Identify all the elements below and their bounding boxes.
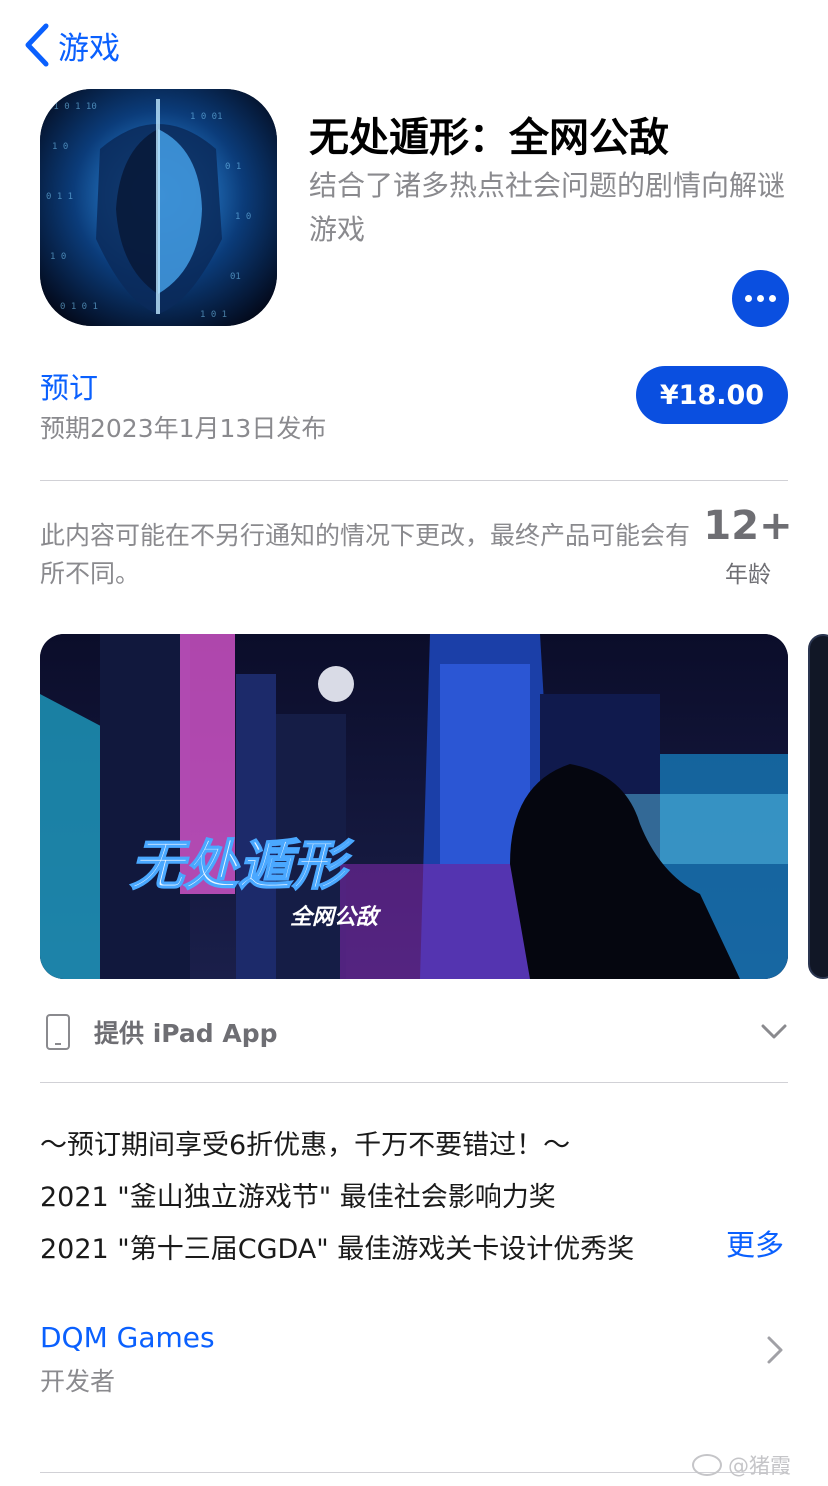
- description-line: ～预订期间享受6折优惠，千万不要错过！～: [40, 1130, 571, 1161]
- age-rating-value: 12+: [703, 503, 793, 549]
- svg-text:1 0: 1 0: [52, 142, 68, 152]
- watermark-text: @猪霞: [728, 1454, 791, 1478]
- svg-text:1 0 01: 1 0 01: [190, 112, 223, 122]
- screenshot-logo-title: 无处遁形: [130, 834, 354, 897]
- ipad-label: 提供 iPad App: [94, 1019, 278, 1048]
- description-line: 2021 "釜山独立游戏节" 最佳社会影响力奖: [40, 1182, 556, 1213]
- divider: [40, 1082, 788, 1083]
- developer-role-label: 开发者: [40, 1367, 116, 1396]
- ipad-availability-row[interactable]: 提供 iPad App: [40, 1010, 788, 1054]
- more-description-link[interactable]: 更多: [726, 1222, 784, 1264]
- back-label: 游戏: [58, 30, 120, 67]
- svg-text:0 1 0 1: 0 1 0 1: [60, 302, 98, 312]
- svg-text:1 0: 1 0: [50, 252, 66, 262]
- content-notice: 此内容可能在不另行通知的情况下更改，最终产品可能会有所不同。: [40, 521, 691, 588]
- svg-text:1 0: 1 0: [235, 212, 251, 222]
- svg-text:0 1 1: 0 1 1: [46, 192, 73, 202]
- ipad-icon: [46, 1014, 70, 1050]
- app-description: ～预订期间享受6折优惠，千万不要错过！～ 2021 "釜山独立游戏节" 最佳社会…: [40, 1120, 788, 1276]
- price-button[interactable]: ¥18.00: [636, 366, 788, 424]
- app-screenshot[interactable]: 无处遁形 全网公敌: [40, 634, 788, 979]
- back-button[interactable]: 游戏: [22, 22, 120, 68]
- app-subtitle: 结合了诸多热点社会问题的剧情向解谜游戏: [309, 169, 786, 246]
- developer-link[interactable]: DQM Games: [40, 1321, 215, 1354]
- next-screenshot-peek[interactable]: [808, 634, 828, 979]
- divider: [40, 480, 788, 481]
- release-date: 预期2023年1月13日发布: [40, 414, 327, 443]
- navigation-bar: 游戏: [0, 0, 828, 90]
- svg-text:1 0 1: 1 0 1: [200, 310, 227, 320]
- age-rating-label: 年龄: [725, 562, 771, 588]
- chevron-left-icon: [25, 23, 49, 67]
- ellipsis-icon: [745, 295, 752, 302]
- app-icon: 01 0 1 10 1 0 01 1 0 0 1 0 1 1 1 0 1 0 01 0 …: [40, 89, 277, 326]
- svg-text:01: 01: [230, 272, 241, 282]
- age-rating: 12+ 年龄: [700, 503, 796, 589]
- screenshot-logo-subtitle: 全网公敌: [290, 904, 382, 930]
- chevron-down-icon[interactable]: [760, 1018, 788, 1046]
- app-title: 无处遁形：全网公敌: [309, 115, 669, 161]
- divider: [40, 1472, 788, 1473]
- description-line: 2021 "第十三届CGDA" 最佳游戏关卡设计优秀奖: [40, 1234, 635, 1265]
- watermark: @猪霞: [692, 1450, 791, 1480]
- svg-text:01 0 1 10: 01 0 1 10: [48, 102, 97, 112]
- preorder-label: 预订: [40, 371, 99, 405]
- svg-text:0 1: 0 1: [225, 162, 241, 172]
- weibo-logo-icon: [692, 1454, 722, 1476]
- more-options-button[interactable]: [732, 270, 789, 327]
- chevron-right-icon[interactable]: [764, 1334, 786, 1366]
